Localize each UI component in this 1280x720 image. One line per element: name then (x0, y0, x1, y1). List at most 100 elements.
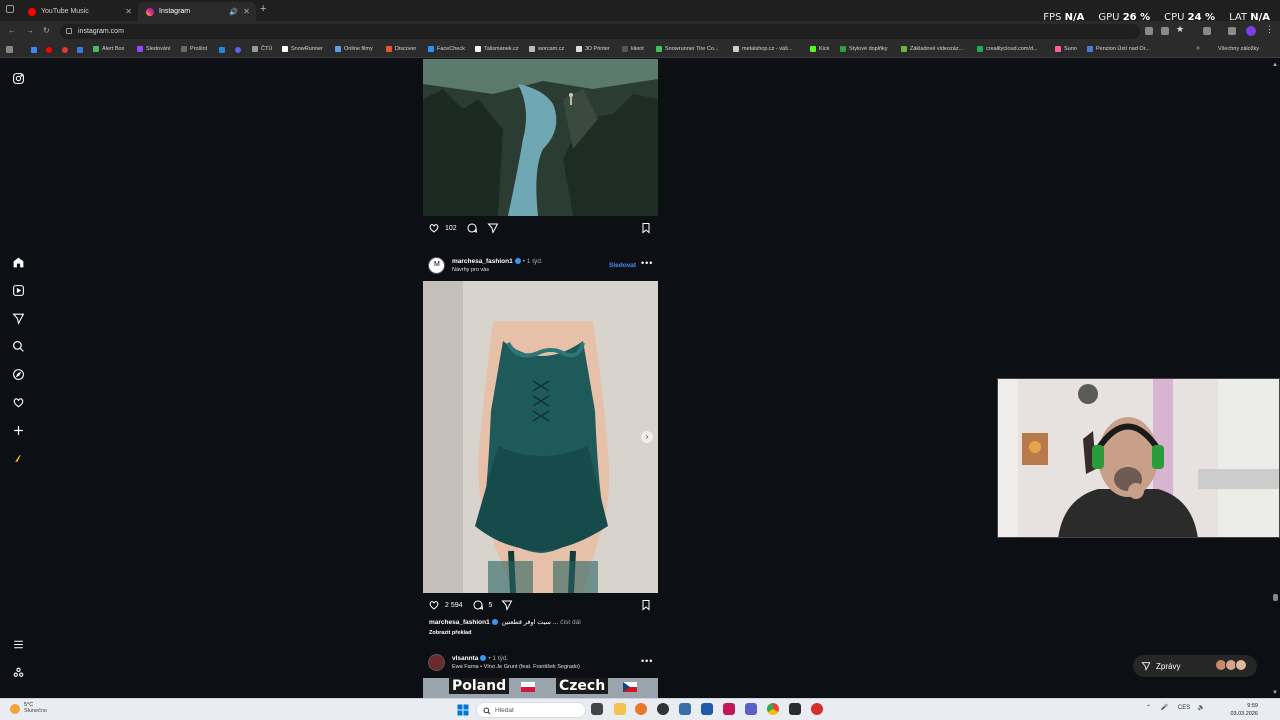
site-info-icon[interactable] (66, 28, 72, 34)
explore-compass-icon[interactable] (11, 367, 25, 381)
password-icon[interactable] (1161, 27, 1169, 35)
post-image-forest-lake[interactable] (423, 59, 658, 216)
downloads-icon[interactable] (1228, 27, 1236, 35)
youtube-bookmark-icon[interactable] (46, 47, 52, 53)
close-tab-icon[interactable]: ✕ (125, 7, 132, 16)
url-bar[interactable]: instagram.com (60, 24, 1140, 39)
teams-icon[interactable] (745, 703, 757, 715)
bookmark-item[interactable]: worcam.cz (529, 46, 564, 52)
tab-search-icon[interactable] (6, 5, 14, 13)
apps-icon[interactable] (6, 46, 13, 53)
share-icon[interactable] (487, 222, 499, 234)
scroll-up-icon[interactable]: ▲ (1272, 62, 1278, 68)
bookmark-item[interactable]: klient (622, 46, 644, 52)
app-icon[interactable] (679, 703, 691, 715)
bookmark-star-icon[interactable]: ★ (1176, 24, 1184, 35)
caption-username[interactable]: marchesa_fashion1 (429, 619, 490, 626)
bookmark-favicon-icon[interactable] (62, 47, 68, 53)
home-icon[interactable] (11, 255, 25, 269)
post-username[interactable]: vlsannta • 1 týd. (452, 655, 508, 662)
bookmark-favicon-icon[interactable] (77, 47, 83, 53)
bookmark-item[interactable]: Suno (1055, 46, 1077, 52)
weather-widget[interactable]: 5°C Slunečno (10, 702, 47, 714)
bookmark-item[interactable]: Penzion Ústí nad Or... (1087, 46, 1150, 52)
bookmark-item[interactable]: Stylové doplňky (840, 46, 888, 52)
all-bookmarks-folder[interactable]: Všechny záložky (1218, 46, 1259, 52)
tray-overflow-icon[interactable]: ⌃ (1146, 705, 1151, 711)
bookmark-favicon-icon[interactable] (219, 47, 225, 53)
bookmark-item[interactable]: Alert Box (93, 46, 124, 52)
direct-send-icon[interactable] (11, 311, 25, 325)
tab-instagram[interactable]: Instagram 🔊 ✕ (138, 2, 256, 21)
audio-playing-icon[interactable]: 🔊 (229, 8, 238, 16)
app-icon[interactable] (701, 703, 713, 715)
language-indicator[interactable]: CES (1178, 705, 1190, 711)
instagram-logo-icon[interactable] (11, 71, 25, 85)
bookmark-item[interactable]: crealitycloud.com/d... (977, 46, 1038, 52)
show-translation-link[interactable]: Zobrazit překlad (429, 630, 471, 636)
avatar[interactable] (428, 654, 445, 671)
obs-icon[interactable] (657, 703, 669, 715)
new-tab-button[interactable]: + (260, 3, 266, 15)
bookmark-favicon-icon[interactable] (31, 47, 37, 53)
messages-button[interactable]: Zprávy (1133, 655, 1257, 677)
windows-start-icon[interactable] (457, 704, 469, 716)
share-icon[interactable] (501, 599, 513, 611)
tab-youtube-music[interactable]: YouTube Music ✕ (20, 2, 138, 21)
bookmark-item[interactable]: ČTÚ (252, 46, 272, 52)
cast-icon[interactable] (1145, 27, 1153, 35)
bookmark-item[interactable]: Sledování (137, 46, 170, 52)
close-tab-icon[interactable]: ✕ (243, 7, 250, 16)
scrollbar-thumb[interactable] (1273, 594, 1278, 601)
back-icon[interactable]: ← (8, 26, 16, 35)
taskbar-clock[interactable]: 9:59 03.03.2026 (1228, 702, 1258, 718)
file-explorer-icon[interactable] (614, 703, 626, 715)
post-audio-subtitle[interactable]: Ewa Farna • Víno Je Grunt (feat. Františ… (452, 664, 580, 670)
bookmark-item[interactable]: SnowRunner (282, 46, 323, 52)
bookmark-item[interactable]: Online filmy (335, 46, 373, 52)
comment-icon[interactable] (466, 222, 478, 234)
firefox-icon[interactable] (635, 703, 647, 715)
bookmark-item[interactable]: Talismánek.cz (475, 46, 519, 52)
browser-menu-icon[interactable]: ⋮ (1265, 24, 1274, 35)
comment-icon[interactable] (472, 599, 484, 611)
extensions-icon[interactable] (1203, 27, 1211, 35)
app-icon[interactable] (789, 703, 801, 715)
scroll-down-icon[interactable]: ▼ (1272, 690, 1278, 696)
post-options-icon[interactable]: ••• (641, 258, 653, 268)
chrome-icon[interactable] (767, 703, 779, 715)
notifications-heart-icon[interactable] (11, 395, 25, 409)
search-icon[interactable] (11, 339, 25, 353)
threads-icon[interactable] (11, 665, 25, 679)
more-bookmarks-icon[interactable]: » (1196, 45, 1200, 52)
task-view-icon[interactable] (591, 703, 603, 715)
microphone-icon[interactable]: 🎤 (1161, 705, 1168, 711)
like-heart-icon[interactable] (428, 222, 440, 234)
bookmark-item[interactable]: Prošlot (181, 46, 207, 52)
app-icon[interactable] (811, 703, 823, 715)
more-menu-icon[interactable] (11, 637, 25, 651)
volume-icon[interactable]: 🔈 (1198, 705, 1205, 711)
save-bookmark-icon[interactable] (640, 599, 652, 611)
post-options-icon[interactable]: ••• (641, 656, 653, 666)
bookmark-item[interactable]: Kick (810, 46, 829, 52)
bookmark-item[interactable]: FaceCheck (428, 46, 465, 52)
profile-avatar[interactable] (1246, 26, 1256, 36)
like-heart-icon[interactable] (428, 599, 440, 611)
reels-icon[interactable] (11, 283, 25, 297)
taskbar-search-box[interactable]: Hledat (476, 702, 586, 718)
bookmark-item[interactable]: Základové videozáz... (901, 46, 963, 52)
post-image-poland-czech[interactable]: Poland Czech (423, 678, 658, 700)
post-image-carousel[interactable] (423, 281, 658, 593)
discord-bookmark-icon[interactable] (235, 47, 241, 53)
bookmark-item[interactable]: Discover (386, 46, 416, 52)
avatar[interactable]: M (428, 257, 445, 274)
reload-icon[interactable]: ↻ (43, 26, 50, 35)
profile-avatar-icon[interactable] (11, 451, 25, 465)
bookmark-item[interactable]: metalshop.cz - väš... (733, 46, 792, 52)
post-username[interactable]: marchesa_fashion1 • 1 týd. (452, 258, 543, 265)
bookmark-item[interactable]: 3D Printer (576, 46, 610, 52)
carousel-next-icon[interactable]: › (641, 431, 653, 443)
forward-icon[interactable]: → (26, 26, 34, 35)
save-bookmark-icon[interactable] (640, 222, 652, 234)
